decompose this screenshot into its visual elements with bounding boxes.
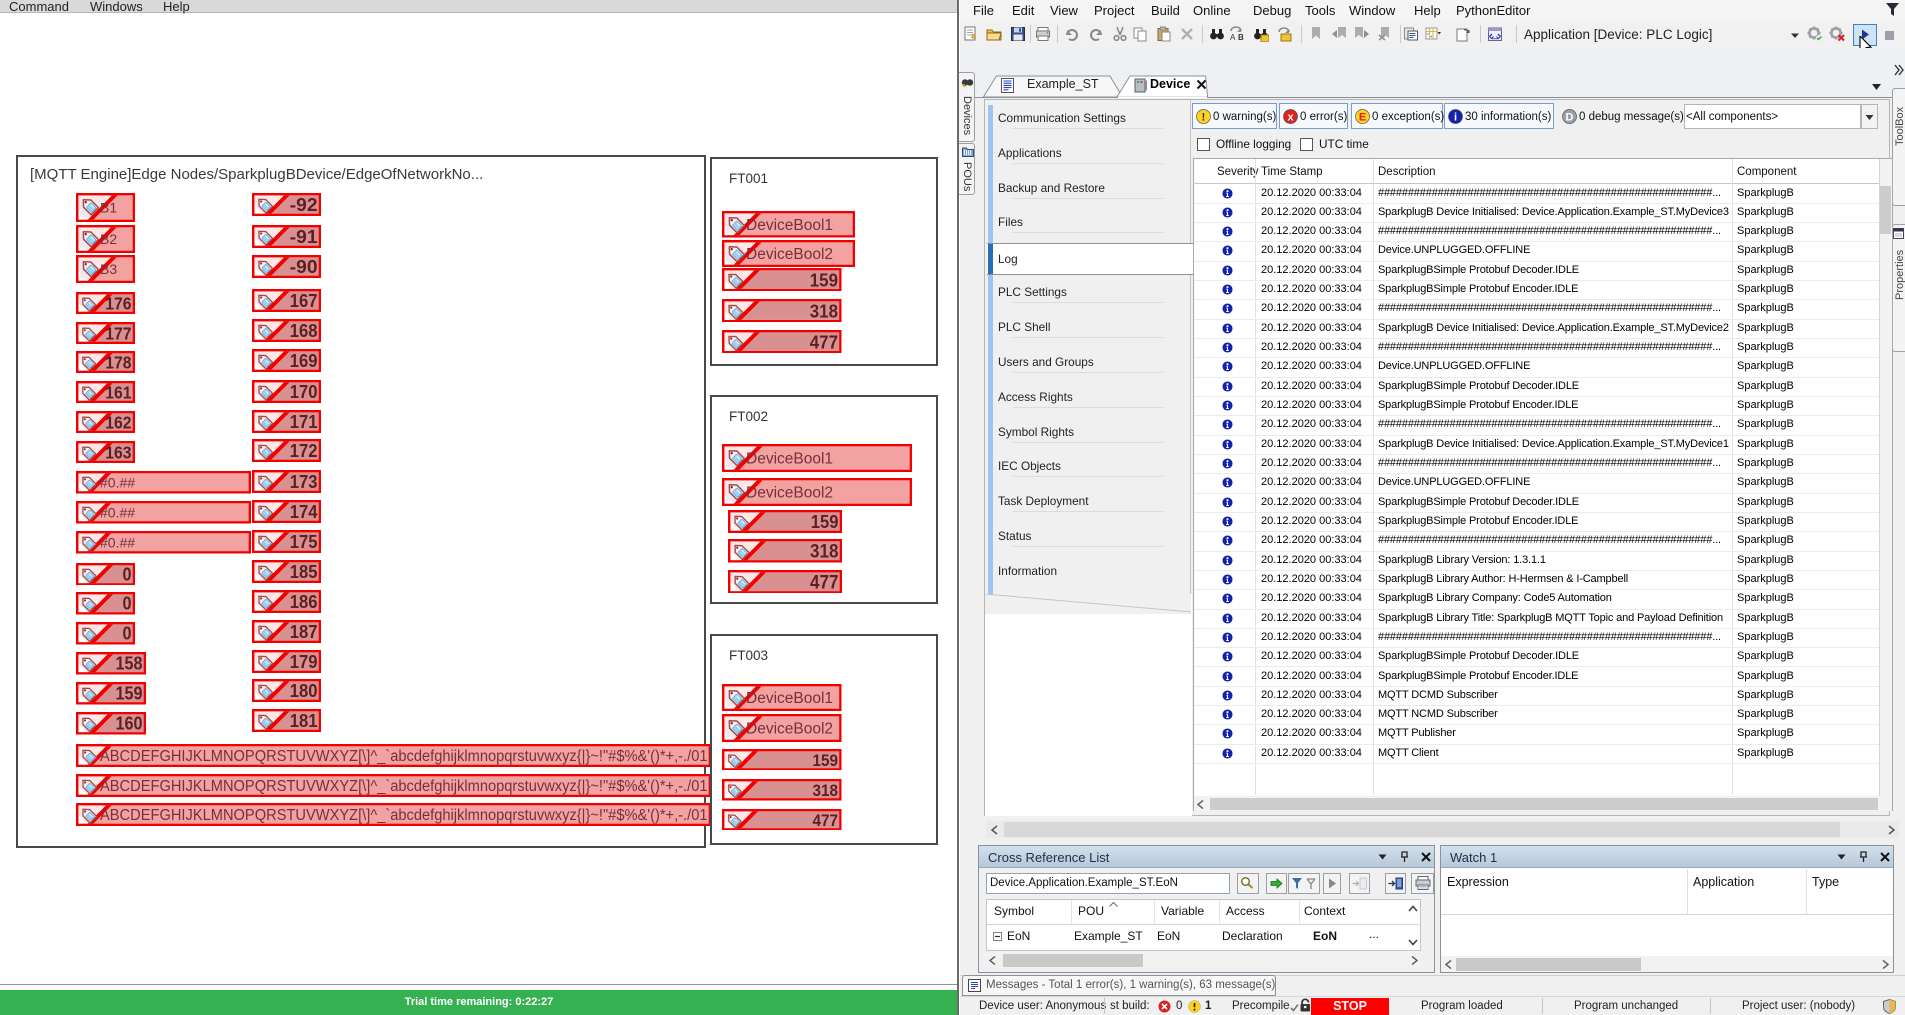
svg-text:-92: -92 bbox=[290, 195, 318, 216]
svg-text:ABCDEFGHIJKLMNOPQRSTUVWXYZ[\]^: ABCDEFGHIJKLMNOPQRSTUVWXYZ[\]^_`abcdefgh… bbox=[100, 807, 708, 824]
svg-text:318: 318 bbox=[810, 300, 838, 321]
svg-text:318: 318 bbox=[813, 781, 839, 800]
svg-text:168: 168 bbox=[290, 320, 318, 341]
svg-text:174: 174 bbox=[290, 501, 318, 522]
svg-text:180: 180 bbox=[290, 681, 318, 702]
svg-text:i: i bbox=[1454, 111, 1457, 123]
svg-text:0: 0 bbox=[123, 594, 132, 614]
svg-text:178: 178 bbox=[105, 352, 131, 372]
svg-text:185: 185 bbox=[290, 561, 318, 582]
svg-text:477: 477 bbox=[810, 331, 838, 352]
svg-text:DeviceBool2: DeviceBool2 bbox=[746, 484, 833, 501]
svg-text:171: 171 bbox=[290, 411, 318, 432]
svg-text:159: 159 bbox=[810, 269, 838, 290]
svg-text:159: 159 bbox=[116, 684, 143, 704]
svg-text:160: 160 bbox=[116, 714, 143, 734]
svg-text:-91: -91 bbox=[290, 226, 318, 247]
svg-text:D: D bbox=[1566, 111, 1574, 123]
svg-text:B2: B2 bbox=[100, 231, 117, 247]
svg-text:A: A bbox=[1230, 33, 1236, 42]
svg-text:#0.##: #0.## bbox=[100, 504, 135, 520]
svg-text:173: 173 bbox=[290, 471, 318, 492]
svg-text:0: 0 bbox=[123, 564, 132, 584]
svg-text:-90: -90 bbox=[290, 256, 318, 277]
svg-text:187: 187 bbox=[290, 621, 318, 642]
svg-text:B: B bbox=[1238, 33, 1244, 42]
svg-text:177: 177 bbox=[105, 323, 131, 343]
svg-text:DeviceBool1: DeviceBool1 bbox=[746, 217, 833, 234]
svg-text:175: 175 bbox=[290, 531, 318, 552]
svg-text:0: 0 bbox=[123, 624, 132, 644]
svg-text:!: ! bbox=[1202, 111, 1206, 123]
svg-text:DeviceBool2: DeviceBool2 bbox=[746, 721, 833, 738]
svg-text:162: 162 bbox=[105, 413, 131, 433]
svg-text:ABCDEFGHIJKLMNOPQRSTUVWXYZ[\]^: ABCDEFGHIJKLMNOPQRSTUVWXYZ[\]^_`abcdefgh… bbox=[100, 778, 708, 795]
svg-text:176: 176 bbox=[105, 293, 131, 313]
svg-text:169: 169 bbox=[290, 350, 318, 371]
svg-text:B1: B1 bbox=[100, 200, 117, 216]
svg-text:DeviceBool1: DeviceBool1 bbox=[746, 690, 833, 707]
svg-text:#0.##: #0.## bbox=[100, 534, 135, 550]
svg-text:B3: B3 bbox=[100, 261, 117, 277]
svg-text:DeviceBool2: DeviceBool2 bbox=[746, 246, 833, 263]
svg-text:163: 163 bbox=[105, 443, 131, 463]
svg-text:167: 167 bbox=[290, 290, 318, 311]
svg-text:186: 186 bbox=[290, 591, 318, 612]
svg-text:181: 181 bbox=[290, 710, 318, 731]
svg-text:170: 170 bbox=[290, 381, 318, 402]
svg-text:E: E bbox=[1359, 111, 1366, 123]
svg-text:477: 477 bbox=[810, 572, 839, 593]
svg-text:159: 159 bbox=[811, 511, 839, 532]
svg-text:179: 179 bbox=[290, 651, 318, 672]
svg-text:158: 158 bbox=[116, 654, 143, 674]
svg-text:318: 318 bbox=[810, 542, 839, 563]
svg-text:ABCDEFGHIJKLMNOPQRSTUVWXYZ[\]^: ABCDEFGHIJKLMNOPQRSTUVWXYZ[\]^_`abcdefgh… bbox=[100, 748, 708, 765]
svg-text:477: 477 bbox=[813, 811, 839, 830]
svg-text:161: 161 bbox=[105, 383, 131, 403]
svg-text:x: x bbox=[1287, 111, 1294, 123]
svg-text:#0.##: #0.## bbox=[100, 474, 135, 490]
svg-text:172: 172 bbox=[290, 441, 318, 462]
svg-text:DeviceBool1: DeviceBool1 bbox=[746, 451, 833, 468]
svg-text:159: 159 bbox=[813, 750, 839, 769]
